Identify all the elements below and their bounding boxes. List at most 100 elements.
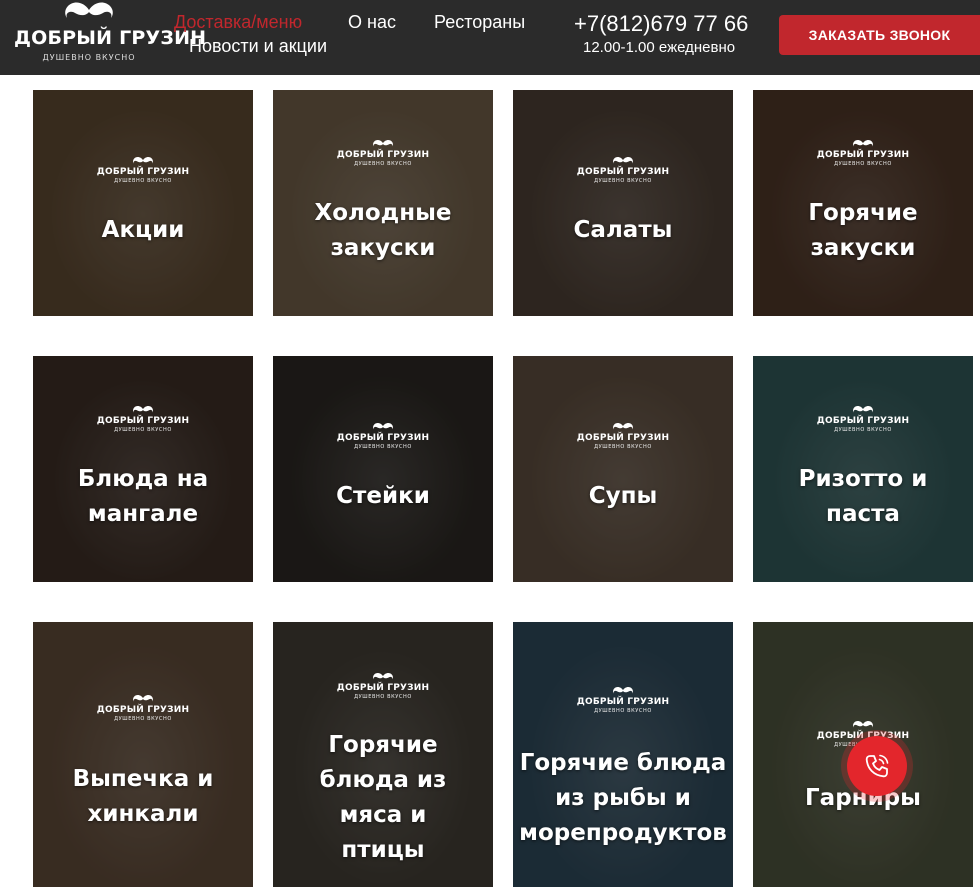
category-label-line: Горячие [808, 200, 918, 226]
mustache-icon [133, 406, 153, 413]
category-label-line: закуски [330, 235, 436, 261]
tile-logo: ДОБРЫЙ ГРУЗИНДУШЕВНО ВКУСНО [33, 156, 253, 184]
tile-logo-title: ДОБРЫЙ ГРУЗИН [576, 433, 670, 443]
category-tile-hot-appetizers[interactable]: ДОБРЫЙ ГРУЗИН ДУШЕВНО ВКУСНО Горячие закус… [753, 90, 973, 316]
tile-overlay [33, 90, 253, 316]
nav-restaurants[interactable]: Рестораны [434, 12, 525, 33]
mustache-icon [65, 2, 113, 19]
category-label: Стейки [273, 479, 493, 514]
order-call-button[interactable]: ЗАКАЗАТЬ ЗВОНОК [779, 15, 980, 55]
category-tile-grill[interactable]: ДОБРЫЙ ГРУЗИН ДУШЕВНО ВКУСНО Блюда на манг… [33, 356, 253, 582]
tile-logo: ДОБРЫЙ ГРУЗИНДУШЕВНО ВКУСНО [753, 405, 973, 433]
tile-logo-tagline: ДУШЕВНО ВКУСНО [354, 161, 412, 167]
mustache-icon [613, 157, 633, 164]
nav-delivery-menu[interactable]: Доставка/меню [174, 12, 302, 33]
category-tile-soups[interactable]: ДОБРЫЙ ГРУЗИН ДУШЕВНО ВКУСНО Супы [513, 356, 733, 582]
logo[interactable]: ДОБРЫЙ ГРУЗИН ДУШЕВНО ВКУСНО [14, 0, 207, 75]
tile-overlay [273, 356, 493, 582]
mustache-icon [853, 721, 873, 728]
tile-logo-tagline: ДУШЕВНО ВКУСНО [114, 427, 172, 433]
category-label-line: Ризотто и [798, 466, 928, 492]
tile-logo-tagline: ДУШЕВНО ВКУСНО [834, 161, 892, 167]
category-label-line: закуски [810, 235, 916, 261]
nav-news[interactable]: Новости и акции [189, 36, 327, 57]
category-tile-promotions[interactable]: ДОБРЫЙ ГРУЗИН ДУШЕВНО ВКУСНО Акции [33, 90, 253, 316]
category-label: Холодные закуски [273, 196, 493, 266]
category-tile-cold-appetizers[interactable]: ДОБРЫЙ ГРУЗИН ДУШЕВНО ВКУСНО Холодные заку… [273, 90, 493, 316]
category-label-line: мангале [87, 501, 199, 527]
tile-logo-tagline: ДУШЕВНО ВКУСНО [594, 178, 652, 184]
tile-overlay [513, 356, 733, 582]
site-header: ДОБРЫЙ ГРУЗИН ДУШЕВНО ВКУСНО Доставка/ме… [0, 0, 980, 75]
category-label-line: Акции [101, 217, 185, 243]
category-label-line: морепродуктов [519, 820, 727, 846]
category-tile-salads[interactable]: ДОБРЫЙ ГРУЗИН ДУШЕВНО ВКУСНО Салаты [513, 90, 733, 316]
category-label: Ризотто и паста [753, 462, 973, 532]
category-tile-pastry-khinkali[interactable]: ДОБРЫЙ ГРУЗИН ДУШЕВНО ВКУСНО Выпечка и хин… [33, 622, 253, 887]
category-label: Горячие закуски [753, 196, 973, 266]
category-label-line: блюда из [319, 767, 447, 793]
category-tile-steaks[interactable]: ДОБРЫЙ ГРУЗИН ДУШЕВНО ВКУСНО Стейки [273, 356, 493, 582]
tile-logo-tagline: ДУШЕВНО ВКУСНО [354, 694, 412, 700]
tile-overlay [513, 90, 733, 316]
tile-logo: ДОБРЫЙ ГРУЗИНДУШЕВНО ВКУСНО [273, 139, 493, 167]
tile-logo-tagline: ДУШЕВНО ВКУСНО [594, 708, 652, 714]
tile-logo: ДОБРЫЙ ГРУЗИНДУШЕВНО ВКУСНО [273, 422, 493, 450]
phone-number[interactable]: +7(812)679 77 66 [574, 11, 748, 37]
category-label-line: Супы [588, 483, 658, 509]
tile-logo-title: ДОБРЫЙ ГРУЗИН [96, 167, 190, 177]
tile-logo: ДОБРЫЙ ГРУЗИНДУШЕВНО ВКУСНО [513, 422, 733, 450]
category-tile-hot-fish-seafood[interactable]: ДОБРЫЙ ГРУЗИН ДУШЕВНО ВКУСНО Горячие блюд… [513, 622, 733, 887]
mustache-icon [373, 423, 393, 430]
floating-call-button[interactable] [847, 736, 907, 796]
tile-logo-title: ДОБРЫЙ ГРУЗИН [96, 416, 190, 426]
category-label: Блюда на мангале [33, 462, 253, 532]
mustache-icon [373, 673, 393, 680]
mustache-icon [373, 140, 393, 147]
tile-logo-title: ДОБРЫЙ ГРУЗИН [576, 167, 670, 177]
tile-logo-tagline: ДУШЕВНО ВКУСНО [114, 178, 172, 184]
tile-logo-tagline: ДУШЕВНО ВКУСНО [114, 716, 172, 722]
category-label: Акции [33, 213, 253, 248]
category-tile-hot-meat-poultry[interactable]: ДОБРЫЙ ГРУЗИН ДУШЕВНО ВКУСНО Горячие блюда… [273, 622, 493, 887]
category-label-line: Горячие [328, 732, 438, 758]
tile-logo-title: ДОБРЫЙ ГРУЗИН [816, 150, 910, 160]
category-label-line: Выпечка и [72, 766, 214, 792]
category-tile-risotto-pasta[interactable]: ДОБРЫЙ ГРУЗИН ДУШЕВНО ВКУСНО Ризотто и пас… [753, 356, 973, 582]
category-label-line: Стейки [336, 483, 430, 509]
category-label: Горячие блюда из мяса и птицы [273, 728, 493, 868]
tile-logo-tagline: ДУШЕВНО ВКУСНО [594, 444, 652, 450]
phone-icon [865, 754, 889, 778]
tile-overlay [33, 622, 253, 887]
nav-about[interactable]: О нас [348, 12, 396, 33]
mustache-icon [133, 157, 153, 164]
mustache-icon [853, 140, 873, 147]
tile-logo-title: ДОБРЫЙ ГРУЗИН [336, 433, 430, 443]
category-label-line: паста [826, 501, 900, 527]
logo-title: ДОБРЫЙ ГРУЗИН [14, 27, 207, 49]
tile-logo: ДОБРЫЙ ГРУЗИНДУШЕВНО ВКУСНО [753, 139, 973, 167]
category-label-line: мяса и [339, 802, 427, 828]
tile-logo-tagline: ДУШЕВНО ВКУСНО [354, 444, 412, 450]
category-label: Горячие блюда из рыбы и морепродуктов [513, 746, 733, 851]
tile-logo: ДОБРЫЙ ГРУЗИНДУШЕВНО ВКУСНО [33, 405, 253, 433]
category-label-line: из рыбы и [555, 785, 691, 811]
tile-logo: ДОБРЫЙ ГРУЗИНДУШЕВНО ВКУСНО [513, 686, 733, 714]
category-label-line: Салаты [573, 217, 673, 243]
tile-logo: ДОБРЫЙ ГРУЗИНДУШЕВНО ВКУСНО [33, 694, 253, 722]
mustache-icon [613, 687, 633, 694]
tile-logo: ДОБРЫЙ ГРУЗИНДУШЕВНО ВКУСНО [273, 672, 493, 700]
category-label-line: птицы [341, 837, 425, 863]
tile-logo-title: ДОБРЫЙ ГРУЗИН [336, 150, 430, 160]
tile-logo: ДОБРЫЙ ГРУЗИНДУШЕВНО ВКУСНО [513, 156, 733, 184]
category-label: Супы [513, 479, 733, 514]
category-label-line: Блюда на [77, 466, 209, 492]
category-label-line: Горячие блюда [519, 750, 727, 776]
tile-logo-tagline: ДУШЕВНО ВКУСНО [834, 427, 892, 433]
category-label: Выпечка и хинкали [33, 762, 253, 832]
mustache-icon [133, 695, 153, 702]
category-label-line: хинкали [87, 801, 199, 827]
mustache-icon [613, 423, 633, 430]
tile-logo-title: ДОБРЫЙ ГРУЗИН [816, 416, 910, 426]
tile-logo-title: ДОБРЫЙ ГРУЗИН [336, 683, 430, 693]
